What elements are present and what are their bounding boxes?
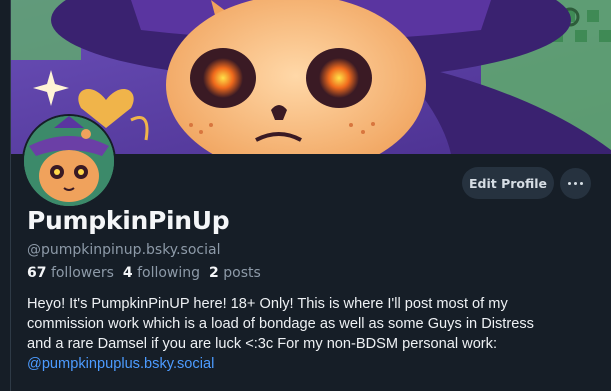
followers-count: 67 [27,265,47,281]
followers-stat[interactable]: 67 followers [27,265,114,281]
profile-page: Edit Profile PumpkinPinUp @pumpkinpinup.… [0,0,611,391]
bio-line: commission work which is a load of bonda… [27,316,534,332]
followers-label: followers [50,265,114,281]
bio-line: Heyo! It's PumpkinPinUP here! 18+ Only! … [27,296,508,312]
avatar[interactable] [22,114,116,208]
left-divider [0,0,11,391]
avatar-illustration [24,116,114,206]
profile-stats: 67 followers 4 following 2 posts [27,265,261,281]
bio-mention-link[interactable]: @pumpkinpuplus.bsky.social [27,354,607,374]
following-count: 4 [122,265,133,281]
display-name: PumpkinPinUp [27,206,230,235]
bio-line: and a rare Damsel if you are luck <:3c F… [27,336,498,352]
edit-profile-button[interactable]: Edit Profile [462,167,554,199]
profile-handle: @pumpkinpinup.bsky.social [27,242,221,258]
posts-count: 2 [209,265,219,281]
following-stat[interactable]: 4 following [123,265,200,281]
posts-label: posts [223,265,261,281]
following-label: following [137,265,201,281]
posts-stat: 2 posts [209,265,261,281]
ellipsis-icon[interactable] [560,168,591,199]
profile-bio: Heyo! It's PumpkinPinUP here! 18+ Only! … [27,294,607,374]
